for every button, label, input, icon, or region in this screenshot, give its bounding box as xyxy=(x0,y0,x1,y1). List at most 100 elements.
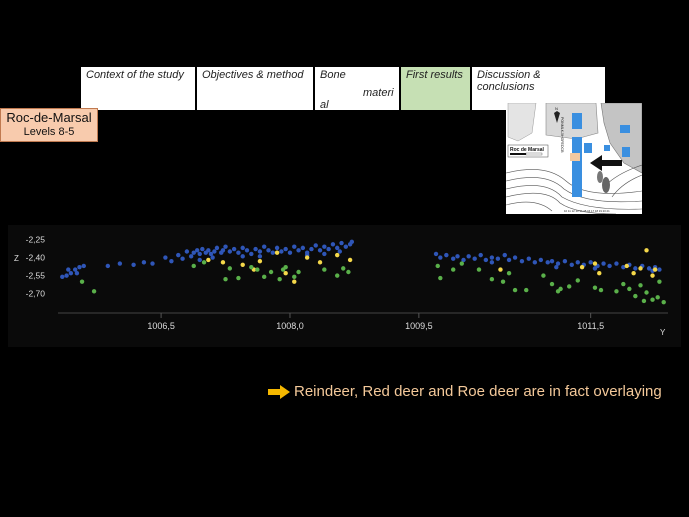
x-tick-label: 1006,5 xyxy=(147,321,175,331)
data-point xyxy=(532,260,538,265)
data-point xyxy=(335,252,340,258)
data-point xyxy=(277,277,282,282)
scatter-chart-svg: 1006,5 1008,0 1009,5 1011,5 -2,25 -2,40 -2,55 -… xyxy=(14,234,668,337)
data-point xyxy=(326,246,331,252)
tab-first-results-label: First results xyxy=(406,69,463,81)
data-point xyxy=(188,254,194,259)
data-point xyxy=(459,261,465,266)
data-point xyxy=(558,286,563,292)
tab-first-results[interactable]: First results xyxy=(400,66,471,111)
tab-bone-material[interactable]: Bone materi al xyxy=(314,66,400,111)
data-point xyxy=(313,243,318,248)
data-point xyxy=(309,246,314,252)
x-axis-label: Y xyxy=(660,328,666,337)
data-point xyxy=(322,251,327,257)
data-point xyxy=(451,267,456,272)
data-point xyxy=(322,267,327,272)
data-point xyxy=(283,264,288,270)
data-point xyxy=(335,273,340,278)
data-point xyxy=(236,250,241,255)
data-point xyxy=(330,242,336,247)
data-point xyxy=(249,264,254,270)
data-point xyxy=(478,252,483,258)
data-point xyxy=(287,250,293,255)
data-point xyxy=(244,248,250,253)
data-point xyxy=(512,255,518,260)
data-point xyxy=(575,260,580,265)
data-point xyxy=(433,251,439,257)
data-point xyxy=(549,258,555,264)
data-point xyxy=(77,264,82,270)
map-site-label: Roc de Marsal xyxy=(510,147,545,153)
data-point xyxy=(220,248,226,253)
data-point xyxy=(141,260,147,265)
data-point xyxy=(253,246,258,252)
data-point xyxy=(562,258,568,264)
data-point xyxy=(500,279,506,284)
data-point xyxy=(227,266,233,271)
data-point xyxy=(163,255,168,260)
data-point xyxy=(292,244,297,249)
y-tick-label: -2,70 xyxy=(26,289,46,299)
data-point xyxy=(657,279,662,284)
data-point xyxy=(231,246,237,252)
x-tick-label: 1008,0 xyxy=(276,321,304,331)
data-point xyxy=(240,262,245,267)
map-north-label: N xyxy=(555,106,558,111)
data-point xyxy=(592,285,598,290)
data-point xyxy=(489,277,495,282)
data-point xyxy=(341,266,346,271)
data-point xyxy=(438,275,443,281)
data-point xyxy=(184,249,190,254)
data-point xyxy=(489,255,495,260)
data-point xyxy=(435,263,440,269)
data-point xyxy=(66,267,71,272)
tab-context-label: Context of the study xyxy=(86,69,184,81)
data-point xyxy=(105,263,111,269)
data-point xyxy=(506,257,512,263)
data-point xyxy=(180,256,185,261)
data-point xyxy=(652,267,658,272)
data-point xyxy=(214,245,220,251)
data-point xyxy=(197,251,202,257)
data-point xyxy=(545,260,550,265)
tab-context[interactable]: Context of the study xyxy=(80,66,196,111)
data-point xyxy=(317,248,323,253)
data-point xyxy=(283,271,288,276)
data-point xyxy=(633,266,638,271)
data-point xyxy=(257,249,263,254)
data-point xyxy=(279,249,284,254)
data-point xyxy=(343,244,349,249)
data-point xyxy=(223,277,228,282)
data-point xyxy=(200,246,205,252)
y-axis-label: Z xyxy=(14,254,19,263)
data-point xyxy=(575,278,580,283)
data-point xyxy=(498,267,503,272)
data-point xyxy=(644,290,649,295)
data-point xyxy=(206,248,211,253)
data-point xyxy=(337,249,343,254)
data-point xyxy=(236,275,241,281)
data-point xyxy=(566,284,572,289)
x-tick-label: 1011,5 xyxy=(577,321,604,331)
data-point xyxy=(601,261,606,266)
data-point xyxy=(292,274,297,280)
data-point xyxy=(569,262,574,267)
data-point xyxy=(169,258,174,264)
data-point xyxy=(476,267,482,272)
data-point xyxy=(512,287,518,293)
tab-objectives[interactable]: Objectives & method xyxy=(196,66,314,111)
site-plan-drawing: N Roc de Marsal PONMLKJIHGFEDCB 10 11 12… xyxy=(505,102,643,215)
data-point xyxy=(554,264,559,270)
data-point xyxy=(588,260,593,265)
data-point xyxy=(483,257,489,263)
y-tick-label: -2,40 xyxy=(26,253,46,263)
data-point xyxy=(597,271,602,276)
data-point xyxy=(633,293,638,299)
data-point xyxy=(296,269,301,275)
site-levels: Levels 8-5 xyxy=(23,126,75,138)
data-point xyxy=(274,250,280,255)
data-point xyxy=(579,264,585,270)
data-point xyxy=(240,254,245,259)
data-point xyxy=(346,269,351,275)
